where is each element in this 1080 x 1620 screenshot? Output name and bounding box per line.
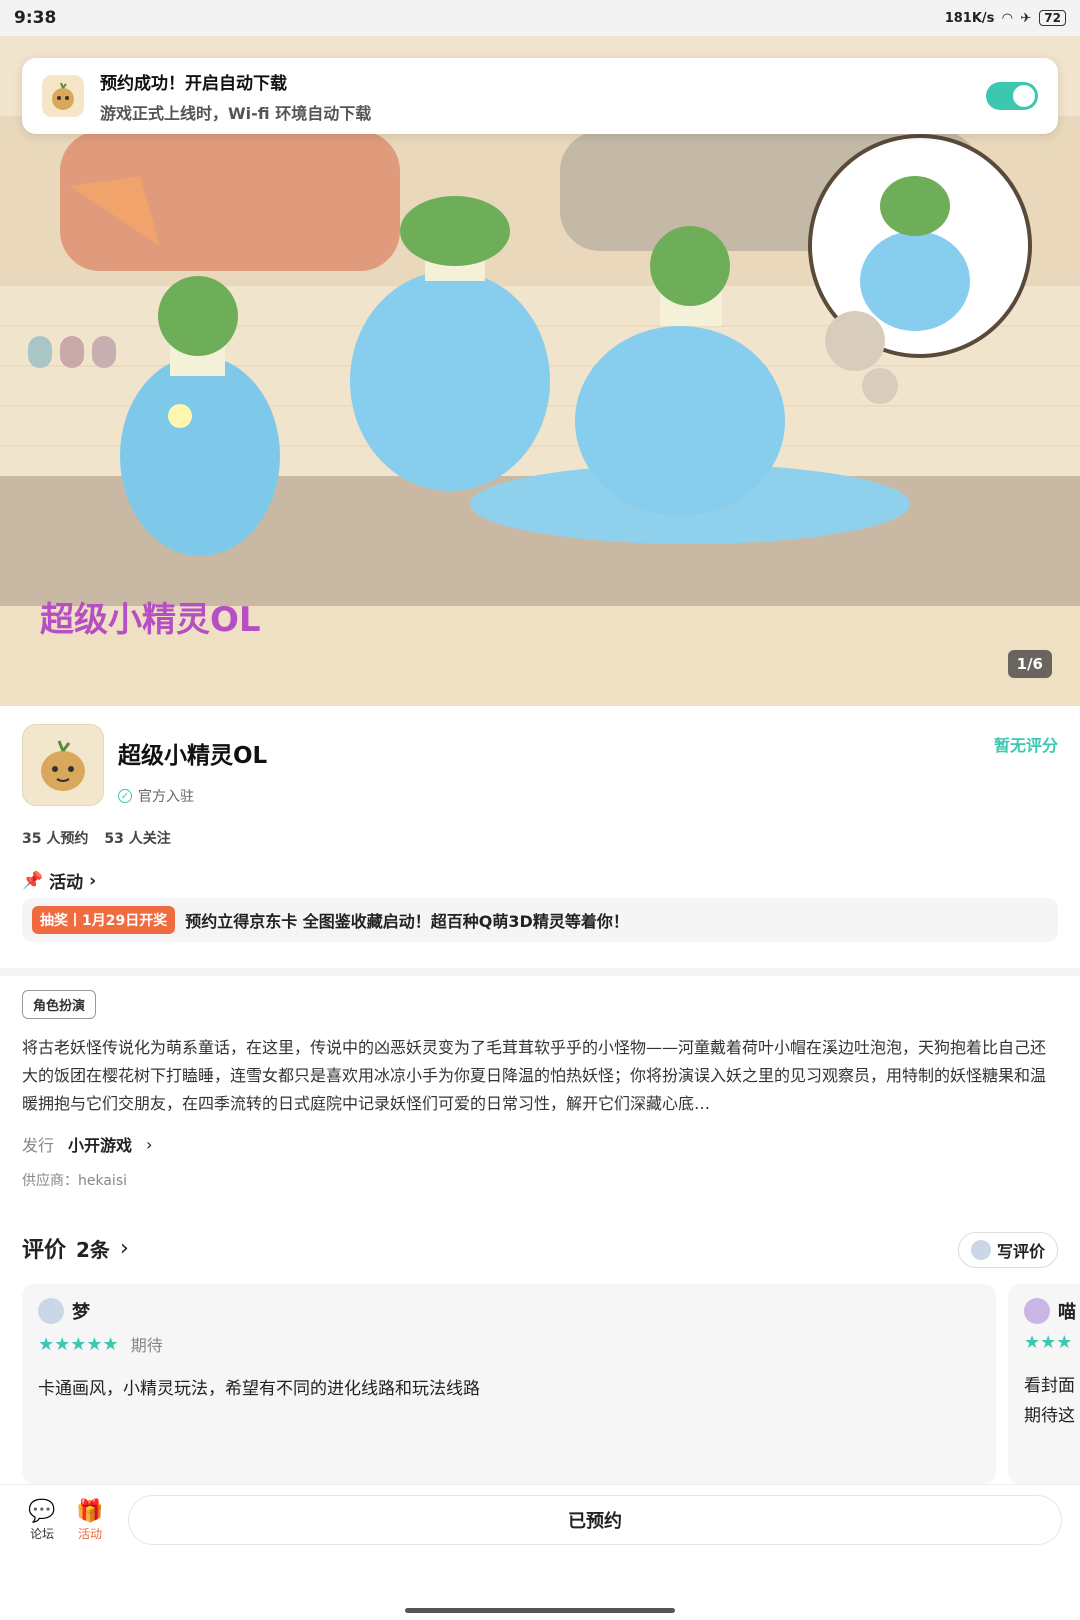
reviewer-name: 梦: [72, 1302, 90, 1323]
review-card[interactable]: 梦 ★★★★★ 期待 卡通画风，小精灵玩法，希望有不同的进化线路和玩法线路: [22, 1284, 996, 1484]
write-review-button[interactable]: 写评价: [958, 1232, 1058, 1268]
notification-subtitle: 游戏正式上线时，Wi-fi 环境自动下载: [100, 103, 372, 123]
stars-icon: ★★★: [1024, 1332, 1073, 1353]
app-thumb-icon: [42, 75, 84, 117]
reservation-notification[interactable]: 预约成功！开启自动下载 游戏正式上线时，Wi-fi 环境自动下载: [22, 58, 1058, 134]
rating-status: 暂无评分: [993, 736, 1058, 755]
verified-icon: ✓: [118, 789, 132, 803]
review-card[interactable]: 喵 ★★★ 看封面 期待这: [1008, 1284, 1080, 1484]
chevron-right-icon: ›: [119, 1235, 129, 1261]
review-tag: 期待: [130, 1336, 163, 1355]
app-name: 超级小精灵OL: [118, 743, 268, 769]
official-badge: ✓ 官方入驻: [118, 786, 194, 806]
tab-forum-label: 论坛: [29, 1527, 54, 1541]
promo-banner[interactable]: 抽奖丨1月29日开奖 预约立得京东卡 全图鉴收藏启动！超百种Q萌3D精灵等着你！: [22, 898, 1058, 942]
write-review-label: 写评价: [996, 1242, 1045, 1261]
genre-tag[interactable]: 角色扮演: [22, 990, 97, 1019]
pin-icon: 📌: [22, 870, 44, 891]
review-text: 卡通画风，小精灵玩法，希望有不同的进化线路和玩法线路: [38, 1379, 480, 1399]
chevron-right-icon: ›: [89, 870, 97, 891]
status-bar: 9:38 181K/s ◠ ✈ 72: [0, 0, 1080, 36]
battery-icon: 72: [1039, 10, 1066, 26]
review-text-line: 期待这: [1024, 1406, 1075, 1426]
promo-tag: 抽奖丨1月29日开奖: [32, 906, 176, 934]
reviewer-avatar: [1024, 1298, 1050, 1324]
supplier-info: 供应商：hekaisi: [22, 1173, 127, 1189]
stars-icon: ★★★★★: [38, 1333, 119, 1355]
hero-logo-text: 超级小精灵OL: [40, 600, 261, 640]
chevron-right-icon: ›: [146, 1134, 153, 1154]
star-rating: ★★★★★ 期待: [38, 1332, 980, 1356]
notification-title: 预约成功！开启自动下载: [100, 73, 287, 94]
publisher-label: 发行: [22, 1136, 55, 1155]
publisher-row[interactable]: 发行 小开游戏 ›: [22, 1132, 152, 1156]
hero-illustration: 超级小精灵OL: [0, 36, 1080, 706]
game-description[interactable]: 将古老妖怪传说化为萌系童话，在这里，传说中的凶恶妖灵变为了毛茸茸软乎乎的小怪物—…: [22, 1034, 1058, 1118]
review-text: 看封面 期待这: [1024, 1371, 1080, 1431]
reviewer-avatar: [38, 1298, 64, 1324]
network-speed: 181K/s: [944, 10, 995, 26]
clock: 9:38: [14, 8, 57, 28]
star-rating: ★★★: [1024, 1332, 1080, 1353]
gift-icon: 🎁: [76, 1499, 104, 1524]
reviewer-name: 喵: [1058, 1302, 1076, 1323]
follow-count: 53 人关注: [104, 831, 171, 847]
image-counter: 1/6: [1007, 650, 1052, 678]
bottom-action-bar: 💬 论坛 🎁 活动 已预约: [0, 1484, 1080, 1620]
activity-link[interactable]: 📌 活动 ›: [22, 868, 97, 894]
user-avatar-icon: [970, 1240, 991, 1260]
promo-text: 预约立得京东卡 全图鉴收藏启动！超百种Q萌3D精灵等着你！: [185, 912, 629, 931]
reviews-count: 2条: [76, 1237, 110, 1262]
forum-icon: 💬: [28, 1499, 56, 1524]
app-stats: 35 人预约 53 人关注: [22, 828, 171, 848]
reviews-title: 评价: [22, 1238, 67, 1263]
tab-activity[interactable]: 🎁 活动: [70, 1499, 110, 1542]
tab-forum[interactable]: 💬 论坛: [22, 1499, 62, 1542]
home-indicator[interactable]: [405, 1608, 675, 1613]
status-icons: 181K/s ◠ ✈ 72: [945, 10, 1066, 26]
airplane-icon: ✈: [1020, 10, 1032, 26]
activity-header: 活动: [49, 873, 84, 893]
app-icon[interactable]: [22, 724, 104, 806]
tab-activity-label: 活动: [77, 1527, 102, 1541]
reviews-header[interactable]: 评价 2条 ›: [22, 1232, 129, 1264]
auto-download-toggle[interactable]: [986, 82, 1038, 110]
hero-banner[interactable]: 超级小精灵OL 1/6: [0, 36, 1080, 706]
review-text-line: 看封面: [1024, 1376, 1075, 1396]
reserved-button[interactable]: 已预约: [128, 1495, 1062, 1545]
reservation-count: 35 人预约: [22, 831, 89, 847]
section-divider: [0, 968, 1080, 976]
official-label: 官方入驻: [138, 789, 194, 805]
publisher-name: 小开游戏: [68, 1136, 133, 1155]
wifi-icon: ◠: [1002, 10, 1013, 26]
